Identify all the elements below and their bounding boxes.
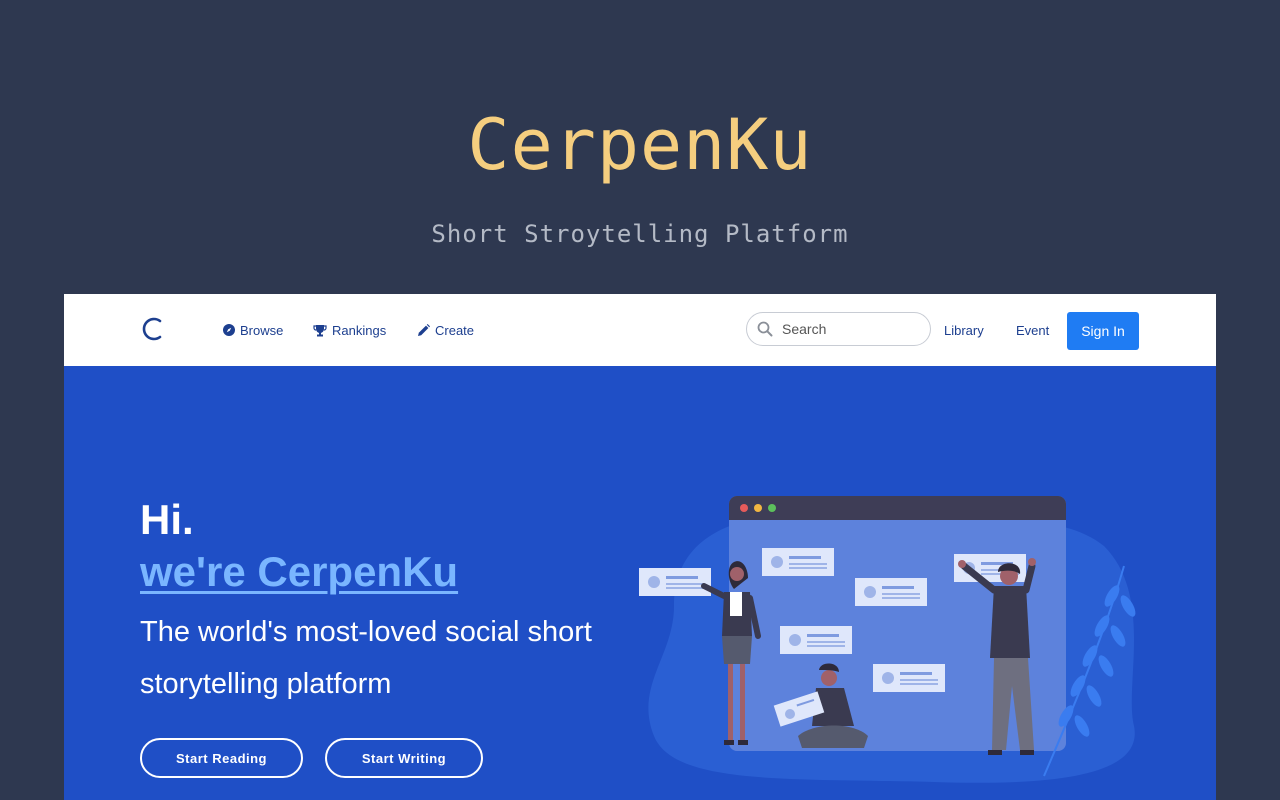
navbar: Browse Rankings Create Search Library Ev…: [64, 294, 1216, 366]
sign-in-button[interactable]: Sign In: [1067, 312, 1139, 350]
website-preview: Browse Rankings Create Search Library Ev…: [64, 294, 1216, 800]
team-illustration: [639, 496, 1136, 783]
start-reading-button[interactable]: Start Reading: [140, 738, 303, 778]
pencil-icon: [418, 323, 430, 336]
start-writing-button[interactable]: Start Writing: [325, 738, 483, 778]
nav-library-label: Library: [944, 322, 984, 338]
search-box[interactable]: [746, 312, 931, 346]
trophy-icon: [313, 324, 327, 336]
nav-rankings-label: Rankings: [332, 322, 387, 338]
showcase-title: CerpenKu: [467, 104, 813, 186]
nav-rankings[interactable]: Rankings: [313, 294, 386, 366]
compass-icon: [223, 324, 235, 336]
nav-browse[interactable]: Browse: [223, 294, 283, 366]
hero-brand-link[interactable]: we're CerpenKu: [140, 548, 458, 596]
nav-event[interactable]: Event: [1016, 294, 1049, 366]
search-input[interactable]: [782, 321, 912, 337]
nav-event-label: Event: [1016, 322, 1050, 338]
nav-browse-label: Browse: [240, 322, 284, 338]
hero-greeting: Hi.: [140, 496, 194, 543]
nav-create-label: Create: [435, 322, 475, 338]
nav-library[interactable]: Library: [944, 294, 984, 366]
nav-create[interactable]: Create: [417, 294, 474, 366]
showcase-subtitle: Short Stroytelling Platform: [431, 220, 849, 248]
search-icon: [757, 321, 773, 337]
hero-tagline: The world's most-loved social short stor…: [140, 616, 592, 700]
hero-section: Hi. we're CerpenKu The world's most-love…: [64, 366, 1216, 800]
c-logo-icon[interactable]: [140, 316, 166, 342]
